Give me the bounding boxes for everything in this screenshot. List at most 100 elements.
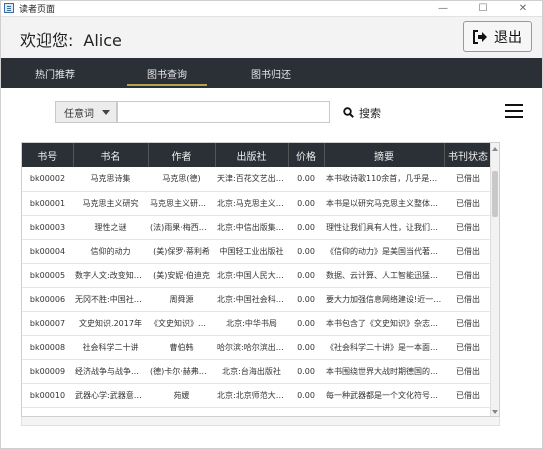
column-header-price[interactable]: 价格 — [288, 143, 325, 167]
search-button[interactable]: 搜索 — [343, 104, 381, 121]
window-titlebar: 读者页面 — ☐ ✕ — [0, 0, 543, 17]
cell-author: 马克思(德) — [148, 167, 215, 192]
cell-status: 已借出 — [444, 311, 492, 336]
logout-button[interactable]: 退出 — [463, 21, 532, 52]
table-row[interactable]: bk00010 武器心学:武器意象... 苑媛 北京:北京师范大学... 0.00 每一种… — [22, 383, 492, 408]
cell-book-id: bk00006 — [22, 287, 73, 312]
tab-book-return[interactable]: 图书归还 — [221, 58, 321, 88]
cell-author: 周舜源 — [148, 287, 215, 312]
cell-book-id: bk00007 — [22, 311, 73, 336]
tab-book-search[interactable]: 图书查询 — [117, 58, 217, 88]
chevron-down-icon — [102, 110, 110, 115]
cell-summary: 理性让我们具有人性，让我们获取... — [324, 215, 444, 240]
cell-publisher: 北京:马克思主义研... — [215, 191, 288, 216]
cell-publisher: 哈尔滨:哈尔滨出版社 — [215, 335, 288, 360]
table-row[interactable]: bk00001 马克思主义研究 马克思主义研究... 北京:马克思主义研... 0.00… — [22, 191, 492, 216]
cell-summary: 每一种武器都是一个文化符号，完... — [324, 383, 444, 408]
cell-summary: 本书收诗歌110余首，几乎是马克... — [324, 167, 444, 192]
cell-book-id: bk00003 — [22, 215, 73, 240]
close-button[interactable]: ✕ — [503, 0, 543, 17]
cell-publisher: 北京:台海出版社 — [215, 359, 288, 384]
cell-summary: 本书包含了《文史知识》杂志2017... — [324, 311, 444, 336]
main-nav: 热门推荐 图书查询 图书归还 — [0, 58, 543, 88]
cell-title: 马克思诗集 — [73, 167, 148, 192]
cell-status: 已借出 — [444, 287, 492, 312]
cell-publisher: 北京:中国人民大学... — [215, 263, 288, 288]
maximize-button[interactable]: ☐ — [463, 0, 503, 17]
cell-summary: 数据、云计算、人工智能迅猛发展... — [324, 263, 444, 288]
search-input[interactable] — [117, 101, 330, 123]
horizontal-scrollbar[interactable] — [21, 417, 500, 426]
cell-publisher: 北京:中信出版集团... — [215, 215, 288, 240]
column-header-book-id[interactable]: 书号 — [22, 143, 74, 167]
cell-status: 已借出 — [444, 335, 492, 360]
cell-title: 武器心学:武器意象... — [73, 383, 148, 408]
column-header-author[interactable]: 作者 — [148, 143, 216, 167]
cell-title: 数字人文:改变知识... — [73, 263, 148, 288]
table-row[interactable]: bk00003 理性之谜 (法)雨果·梅西耶(... 北京:中信出版集团... 0.00… — [22, 215, 492, 240]
table-row[interactable]: bk00002 马克思诗集 马克思(德) 天津:百花文艺出版社 0.00 本书收诗歌110… — [22, 167, 492, 192]
cell-book-id: bk00004 — [22, 239, 73, 264]
table-row[interactable]: bk00004 信仰的动力 (美)保罗·蒂利希 中国轻工业出版社 0.00 《信仰的动力》… — [22, 239, 492, 264]
cell-author: (美)保罗·蒂利希 — [148, 239, 215, 264]
vertical-scrollbar[interactable] — [490, 143, 499, 416]
cell-publisher: 北京:北京师范大学... — [215, 383, 288, 408]
tab-label: 图书归还 — [251, 69, 291, 81]
cell-summary: 要大力加强信息网络建设!近一二... — [324, 287, 444, 312]
app-icon — [4, 3, 14, 13]
book-table: 书号 书名 作者 出版社 价格 摘要 书刊状态 bk00002 马克思诗集 马克思(… — [21, 142, 500, 417]
cell-book-id: bk00008 — [22, 335, 73, 360]
cell-title: 理性之谜 — [73, 215, 148, 240]
tab-label: 热门推荐 — [35, 69, 75, 81]
cell-summary: 《信仰的动力》是美国当代著名哲... — [324, 239, 444, 264]
cell-status: 已借出 — [444, 383, 492, 408]
cell-author: 《文史知识》编... — [148, 311, 215, 336]
cell-title: 信仰的动力 — [73, 239, 148, 264]
tab-hot-recommend[interactable]: 热门推荐 — [5, 58, 105, 88]
hamburger-menu-icon[interactable] — [505, 104, 523, 119]
cell-book-id: bk00002 — [22, 167, 73, 192]
scroll-thumb[interactable] — [492, 171, 498, 217]
search-type-value: 任意词 — [64, 108, 94, 120]
cell-publisher: 北京:中华书局 — [215, 311, 288, 336]
cell-status: 已借出 — [444, 359, 492, 384]
cell-status: 已借出 — [444, 263, 492, 288]
column-header-title[interactable]: 书名 — [73, 143, 149, 167]
cell-title: 无冈不胜:中国社会... — [73, 287, 148, 312]
cell-title: 文史知识.2017年 — [73, 311, 148, 336]
cell-price: 0.00 — [288, 191, 324, 216]
cell-status: 已借出 — [444, 239, 492, 264]
cell-price: 0.00 — [288, 263, 324, 288]
table-row[interactable]: bk00008 社会科学二十讲 曹伯韩 哈尔滨:哈尔滨出版社 0.00 《社会科学二十讲》… — [22, 335, 492, 360]
welcome-label: 欢迎您: — [20, 31, 74, 50]
cell-author: 苑媛 — [148, 383, 215, 408]
cell-book-id: bk00001 — [22, 191, 73, 216]
window-controls: — ☐ ✕ — [423, 0, 543, 17]
scroll-down-icon[interactable] — [492, 410, 498, 414]
sign-out-icon — [473, 29, 488, 44]
cell-author: 曹伯韩 — [148, 335, 215, 360]
table-row[interactable]: bk00005 数字人文:改变知识... (美)安妮·伯迪克 北京:中国人民大学...… — [22, 263, 492, 288]
column-header-publisher[interactable]: 出版社 — [215, 143, 289, 167]
cell-summary: 本书围绕世界大战时期德国的战争手... — [324, 359, 444, 384]
cell-book-id: bk00009 — [22, 359, 73, 384]
minimize-button[interactable]: — — [423, 0, 463, 17]
cell-status: 已借出 — [444, 191, 492, 216]
cell-summary: 本书是以研究马克思主义整体理论... — [324, 191, 444, 216]
cell-title: 社会科学二十讲 — [73, 335, 148, 360]
column-header-summary[interactable]: 摘要 — [324, 143, 445, 167]
search-type-select[interactable]: 任意词 — [55, 101, 117, 123]
table-row[interactable]: bk00007 文史知识.2017年 《文史知识》编... 北京:中华书局 0.00 本书… — [22, 311, 492, 336]
column-header-status[interactable]: 书刊状态 — [444, 143, 493, 167]
window-title: 读者页面 — [19, 4, 56, 15]
search-icon — [343, 107, 354, 118]
table-row[interactable]: bk00006 无冈不胜:中国社会... 周舜源 北京:中国社会科学... 0.00 要大… — [22, 287, 492, 312]
cell-author: (德)卡尔·赫弗里希 — [148, 359, 215, 384]
cell-author: (美)安妮·伯迪克 — [148, 263, 215, 288]
cell-title: 经济战争与战争经济 — [73, 359, 148, 384]
cell-status: 已借出 — [444, 167, 492, 192]
table-row[interactable]: bk00009 经济战争与战争经济 (德)卡尔·赫弗里希 北京:台海出版社 0.00 本书… — [22, 359, 492, 384]
scroll-up-icon[interactable] — [492, 147, 498, 151]
logout-label: 退出 — [494, 29, 522, 46]
cell-price: 0.00 — [288, 335, 324, 360]
